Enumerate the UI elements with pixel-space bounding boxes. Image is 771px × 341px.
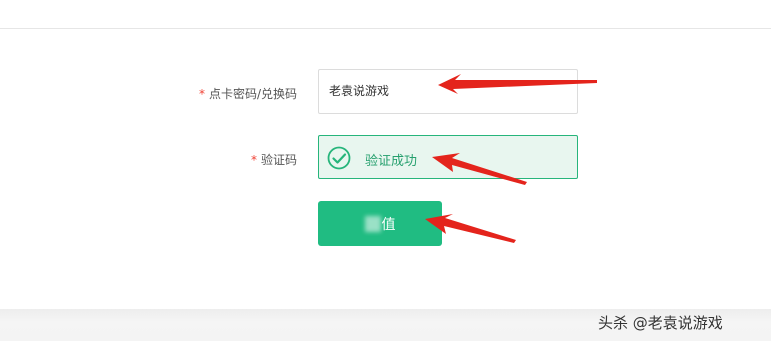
captcha-label-text: 验证码 [260,153,297,167]
recharge-page: * 点卡密码/兑换码 老袁说游戏 * 验证码 验证成功 值 头杀 @老袁说游戏 [0,0,771,341]
required-mark: * [198,87,205,101]
captcha-status-text: 验证成功 [365,154,418,169]
top-divider [0,28,771,29]
submit-button-label: 值 [381,216,396,233]
recharge-submit-button[interactable]: 值 [318,201,442,246]
check-circle-icon [327,146,351,170]
watermark: 头杀 @老袁说游戏 [598,314,723,332]
captcha-verify-box[interactable]: 验证成功 [318,135,578,179]
obscured-text-patch [364,215,381,232]
card-password-input[interactable]: 老袁说游戏 [318,69,578,114]
card-password-label: * 点卡密码/兑换码 [199,85,297,102]
required-mark: * [250,153,257,167]
card-password-label-text: 点卡密码/兑换码 [208,87,297,101]
captcha-label: * 验证码 [251,151,297,168]
